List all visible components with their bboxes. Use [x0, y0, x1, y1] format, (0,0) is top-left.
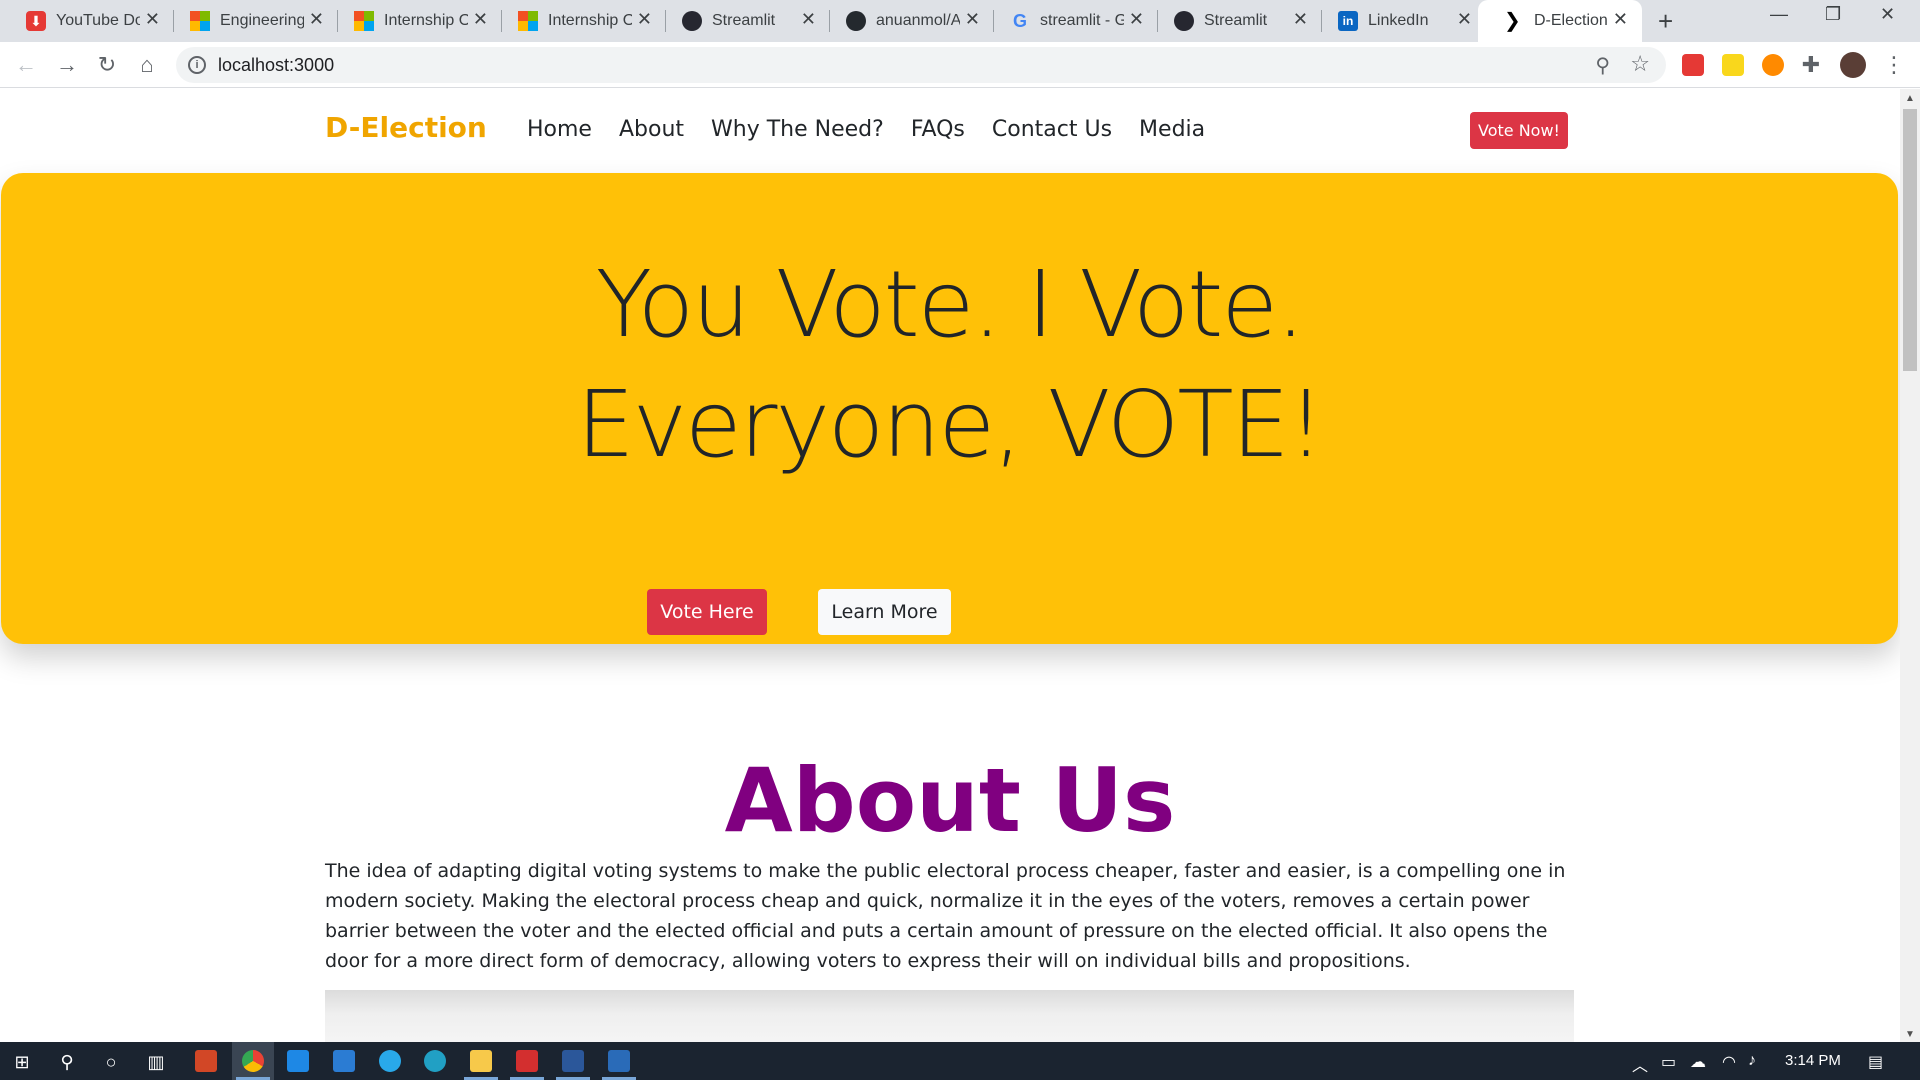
acrobat-icon[interactable]: [516, 1050, 538, 1072]
url-text[interactable]: localhost:3000: [218, 55, 334, 76]
close-tab-icon[interactable]: ✕: [473, 9, 488, 30]
windows-taskbar: ⊞ ⚲ ○ ▥ ︿ ▭ ☁ ◠ ♪ 3:14 PM ▤: [0, 1042, 1920, 1080]
task-view-icon[interactable]: ▥: [145, 1051, 167, 1073]
zoom-icon[interactable]: ⚲: [1595, 53, 1610, 78]
download-icon: ⬇: [26, 11, 46, 31]
telegram-icon[interactable]: [379, 1050, 401, 1072]
address-bar[interactable]: i localhost:3000 ⚲ ☆: [176, 47, 1666, 83]
scroll-up-icon[interactable]: ▲: [1905, 93, 1915, 104]
taskbar-clock[interactable]: 3:14 PM: [1785, 1052, 1841, 1069]
microsoft-icon: [354, 11, 374, 31]
microsoft-icon: [518, 11, 538, 31]
close-tab-icon[interactable]: ✕: [145, 9, 160, 30]
nav-link-home[interactable]: Home: [527, 117, 592, 142]
chrome-icon[interactable]: [242, 1050, 264, 1072]
streamlit-icon: [682, 11, 702, 31]
nav-link-contact[interactable]: Contact Us: [992, 117, 1112, 142]
battery-icon[interactable]: ▭: [1661, 1052, 1676, 1072]
menu-kebab-icon[interactable]: ⋮: [1880, 51, 1908, 79]
browser-tab[interactable]: anuanmol/A ✕: [820, 0, 994, 42]
new-tab-button[interactable]: +: [1658, 6, 1673, 37]
back-button[interactable]: ←: [12, 51, 40, 79]
file-explorer-icon[interactable]: [470, 1050, 492, 1072]
notifications-icon[interactable]: ▤: [1868, 1052, 1883, 1072]
browser-tab[interactable]: Streamlit ✕: [1148, 0, 1322, 42]
page-viewport: D-Election Home About Why The Need? FAQs…: [0, 89, 1900, 1042]
nav-link-faqs[interactable]: FAQs: [911, 117, 965, 142]
close-tab-icon[interactable]: ✕: [637, 9, 652, 30]
powerpoint-icon[interactable]: [195, 1050, 217, 1072]
nav-link-media[interactable]: Media: [1139, 117, 1205, 142]
windows-start-icon[interactable]: ⊞: [11, 1051, 33, 1073]
about-text: The idea of adapting digital voting syst…: [325, 860, 1566, 972]
close-tab-icon[interactable]: ✕: [801, 9, 816, 30]
edge-icon[interactable]: [424, 1050, 446, 1072]
browser-tab[interactable]: Streamlit ✕: [656, 0, 830, 42]
search-icon[interactable]: ⚲: [56, 1051, 78, 1073]
close-window-button[interactable]: ✕: [1880, 4, 1895, 25]
bookmark-star-icon[interactable]: ☆: [1630, 51, 1650, 77]
linkedin-icon: in: [1338, 11, 1358, 31]
powershell-icon[interactable]: [608, 1050, 630, 1072]
word-icon[interactable]: [562, 1050, 584, 1072]
volume-icon[interactable]: ♪: [1748, 1052, 1756, 1070]
scroll-down-icon[interactable]: ▼: [1905, 1029, 1915, 1040]
browser-tab[interactable]: Internship O ✕: [328, 0, 502, 42]
wifi-icon[interactable]: ◠: [1722, 1052, 1736, 1072]
close-tab-icon[interactable]: ✕: [1293, 9, 1308, 30]
site-info-icon[interactable]: i: [188, 56, 206, 74]
browser-toolbar: ← → ↻ ⌂ i localhost:3000 ⚲ ☆ ✚ ⋮: [0, 42, 1920, 88]
browser-tab-active[interactable]: ❯ D-Election ✕: [1478, 0, 1642, 42]
hero-headline-line1: You Vote. I Vote.: [595, 251, 1305, 358]
onedrive-icon[interactable]: ☁: [1690, 1052, 1706, 1072]
nav-links: Home About Why The Need? FAQs Contact Us…: [527, 117, 1205, 142]
github-icon: [846, 11, 866, 31]
microsoft-icon: [190, 11, 210, 31]
close-tab-icon[interactable]: ✕: [965, 9, 980, 30]
about-title: About Us: [724, 749, 1176, 852]
chevron-logo-icon: ❯: [1504, 10, 1521, 32]
browser-tab[interactable]: in LinkedIn ✕: [1312, 0, 1486, 42]
vscode-icon[interactable]: [287, 1050, 309, 1072]
close-tab-icon[interactable]: ✕: [1129, 9, 1144, 30]
forward-button[interactable]: →: [53, 51, 81, 79]
learn-more-button[interactable]: Learn More: [818, 589, 951, 635]
home-button[interactable]: ⌂: [133, 51, 161, 79]
close-tab-icon[interactable]: ✕: [309, 9, 324, 30]
about-image: [325, 990, 1574, 1042]
nav-link-why[interactable]: Why The Need?: [711, 117, 884, 142]
brand-logo[interactable]: D-Election: [325, 111, 487, 144]
browser-tab[interactable]: Engineering ✕: [164, 0, 338, 42]
site-navbar: D-Election Home About Why The Need? FAQs…: [0, 89, 1900, 171]
browser-tab-strip: ⬇ YouTube Do ✕ Engineering ✕ Internship …: [0, 0, 1920, 42]
hero-section: You Vote. I Vote. Everyone, VOTE! Vote H…: [1, 173, 1898, 644]
google-icon: G: [1012, 11, 1027, 31]
extension-yellow-icon[interactable]: [1722, 54, 1744, 76]
reload-button[interactable]: ↻: [93, 51, 121, 79]
mail-icon[interactable]: [333, 1050, 355, 1072]
page-scrollbar[interactable]: ▲ ▼: [1900, 89, 1920, 1042]
cortana-icon[interactable]: ○: [100, 1051, 122, 1073]
browser-tab[interactable]: ⬇ YouTube Do ✕: [0, 0, 174, 42]
extension-red-icon[interactable]: [1682, 54, 1704, 76]
extension-orange-icon[interactable]: [1762, 54, 1784, 76]
profile-avatar[interactable]: [1840, 52, 1866, 78]
streamlit-icon: [1174, 11, 1194, 31]
vote-now-button[interactable]: Vote Now!: [1470, 112, 1568, 149]
minimize-button[interactable]: —: [1770, 4, 1788, 25]
vote-here-button[interactable]: Vote Here: [647, 589, 767, 635]
browser-tab[interactable]: G streamlit - G ✕: [984, 0, 1158, 42]
close-tab-icon[interactable]: ✕: [1613, 9, 1628, 30]
browser-tab[interactable]: Internship O ✕: [492, 0, 666, 42]
extensions-puzzle-icon[interactable]: ✚: [1797, 51, 1825, 79]
tray-chevron-icon[interactable]: ︿: [1632, 1052, 1648, 1076]
scrollbar-thumb[interactable]: [1903, 109, 1917, 371]
restore-button[interactable]: ❐: [1825, 4, 1841, 25]
hero-headline-line2: Everyone, VOTE!: [576, 371, 1324, 478]
close-tab-icon[interactable]: ✕: [1457, 9, 1472, 30]
nav-link-about[interactable]: About: [619, 117, 684, 142]
